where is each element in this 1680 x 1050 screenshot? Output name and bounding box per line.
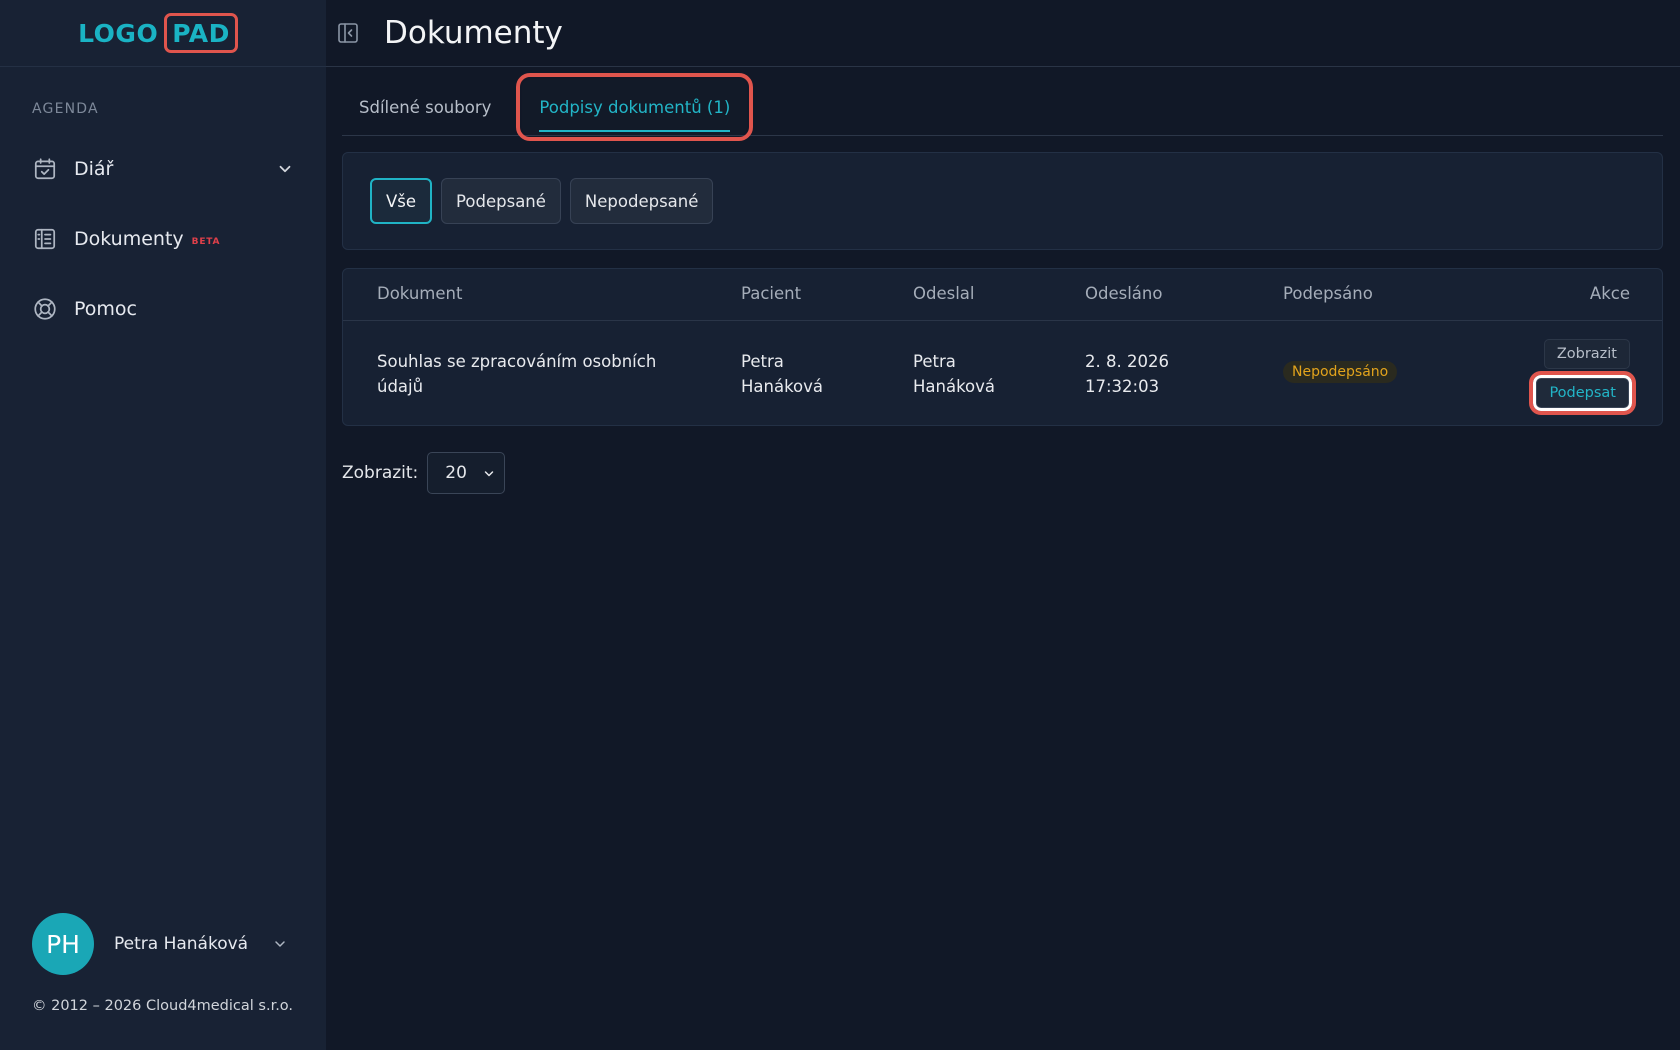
- sidebar-item-dokumenty[interactable]: Dokumenty BETA: [32, 216, 294, 262]
- user-name: Petra Hanáková: [114, 934, 249, 954]
- sidebar-item-diar[interactable]: Diář: [32, 146, 294, 192]
- table-header: Dokument Pacient Odeslal Odesláno Podeps…: [343, 269, 1662, 321]
- column-header-sent[interactable]: Odesláno: [1085, 284, 1162, 303]
- calendar-check-icon: [34, 158, 56, 180]
- copyright-text: © 2012 – 2026 Cloud4medical s.r.o.: [32, 998, 294, 1014]
- cell-sender: Petra Hanáková: [913, 349, 995, 399]
- sidebar-collapse-icon[interactable]: [336, 21, 360, 45]
- sign-button[interactable]: Podepsat: [1529, 371, 1636, 415]
- filter-signed-button[interactable]: Podepsané: [441, 178, 561, 224]
- sender-name-line: Hanáková: [913, 377, 996, 396]
- cell-sent: 2. 8. 2026 17:32:03: [1085, 349, 1169, 399]
- tab-shared-files[interactable]: Sdílené soubory: [342, 79, 508, 135]
- sent-time: 17:32:03: [1085, 377, 1160, 396]
- column-header-patient[interactable]: Pacient: [741, 284, 801, 303]
- lifebuoy-icon: [34, 298, 56, 320]
- filter-all-button[interactable]: Vše: [370, 178, 433, 224]
- column-header-sender[interactable]: Odeslal: [913, 284, 975, 303]
- beta-badge: BETA: [191, 237, 221, 247]
- cell-document: Souhlas se zpracováním osobních údajů: [377, 349, 656, 399]
- logo-text-pad: PAD: [164, 13, 238, 53]
- document-name-line: údajů: [377, 377, 424, 396]
- table-row: Souhlas se zpracováním osobních údajů Pe…: [343, 321, 1662, 426]
- patient-name-line: Petra: [741, 352, 784, 371]
- sender-name-line: Petra: [913, 352, 956, 371]
- page-size-select[interactable]: 20: [427, 452, 506, 494]
- sidebar-item-label: Diář: [74, 158, 114, 180]
- sidebar: LOGO PAD AGENDA Diář Dokumenty BETA Pomo…: [0, 0, 326, 1050]
- logo[interactable]: LOGO PAD: [0, 0, 326, 67]
- page-title: Dokumenty: [384, 15, 563, 51]
- tab-document-signatures[interactable]: Podpisy dokumentů (1): [516, 73, 754, 141]
- page-header: Dokumenty: [326, 0, 1680, 67]
- tab-bar: Sdílené soubory Podpisy dokumentů (1): [342, 73, 1663, 141]
- status-badge: Nepodepsáno: [1283, 361, 1398, 383]
- page-size-label: Zobrazit:: [342, 463, 419, 483]
- sidebar-item-label: Pomoc: [74, 298, 137, 320]
- chevron-down-icon[interactable]: [276, 160, 294, 178]
- avatar: PH: [32, 913, 94, 975]
- chevron-down-icon[interactable]: [272, 936, 288, 952]
- sidebar-item-label: Dokumenty: [74, 228, 184, 250]
- filter-panel: Vše Podepsané Nepodepsané: [342, 152, 1663, 250]
- view-button[interactable]: Zobrazit: [1543, 339, 1630, 369]
- page-size-value: 20: [445, 463, 467, 483]
- cell-patient: Petra Hanáková: [741, 349, 823, 399]
- documents-table: Dokument Pacient Odeslal Odesláno Podeps…: [342, 268, 1663, 426]
- column-header-document[interactable]: Dokument: [377, 284, 462, 303]
- sent-date: 2. 8. 2026: [1085, 352, 1169, 371]
- patient-name-line: Hanáková: [741, 377, 824, 396]
- document-icon: [34, 228, 56, 250]
- document-name-line: Souhlas se zpracováním osobních: [377, 352, 657, 371]
- column-header-actions: Akce: [1589, 284, 1630, 303]
- user-menu[interactable]: PH Petra Hanáková: [32, 912, 294, 976]
- sidebar-item-pomoc[interactable]: Pomoc: [32, 286, 294, 332]
- sidebar-section-label: AGENDA: [32, 101, 99, 117]
- logo-text-logo: LOGO: [78, 18, 159, 48]
- filter-unsigned-button[interactable]: Nepodepsané: [569, 178, 714, 224]
- column-header-signed[interactable]: Podepsáno: [1283, 284, 1373, 303]
- chevron-down-icon: [485, 471, 494, 477]
- page-size-control: Zobrazit: 20: [342, 452, 506, 494]
